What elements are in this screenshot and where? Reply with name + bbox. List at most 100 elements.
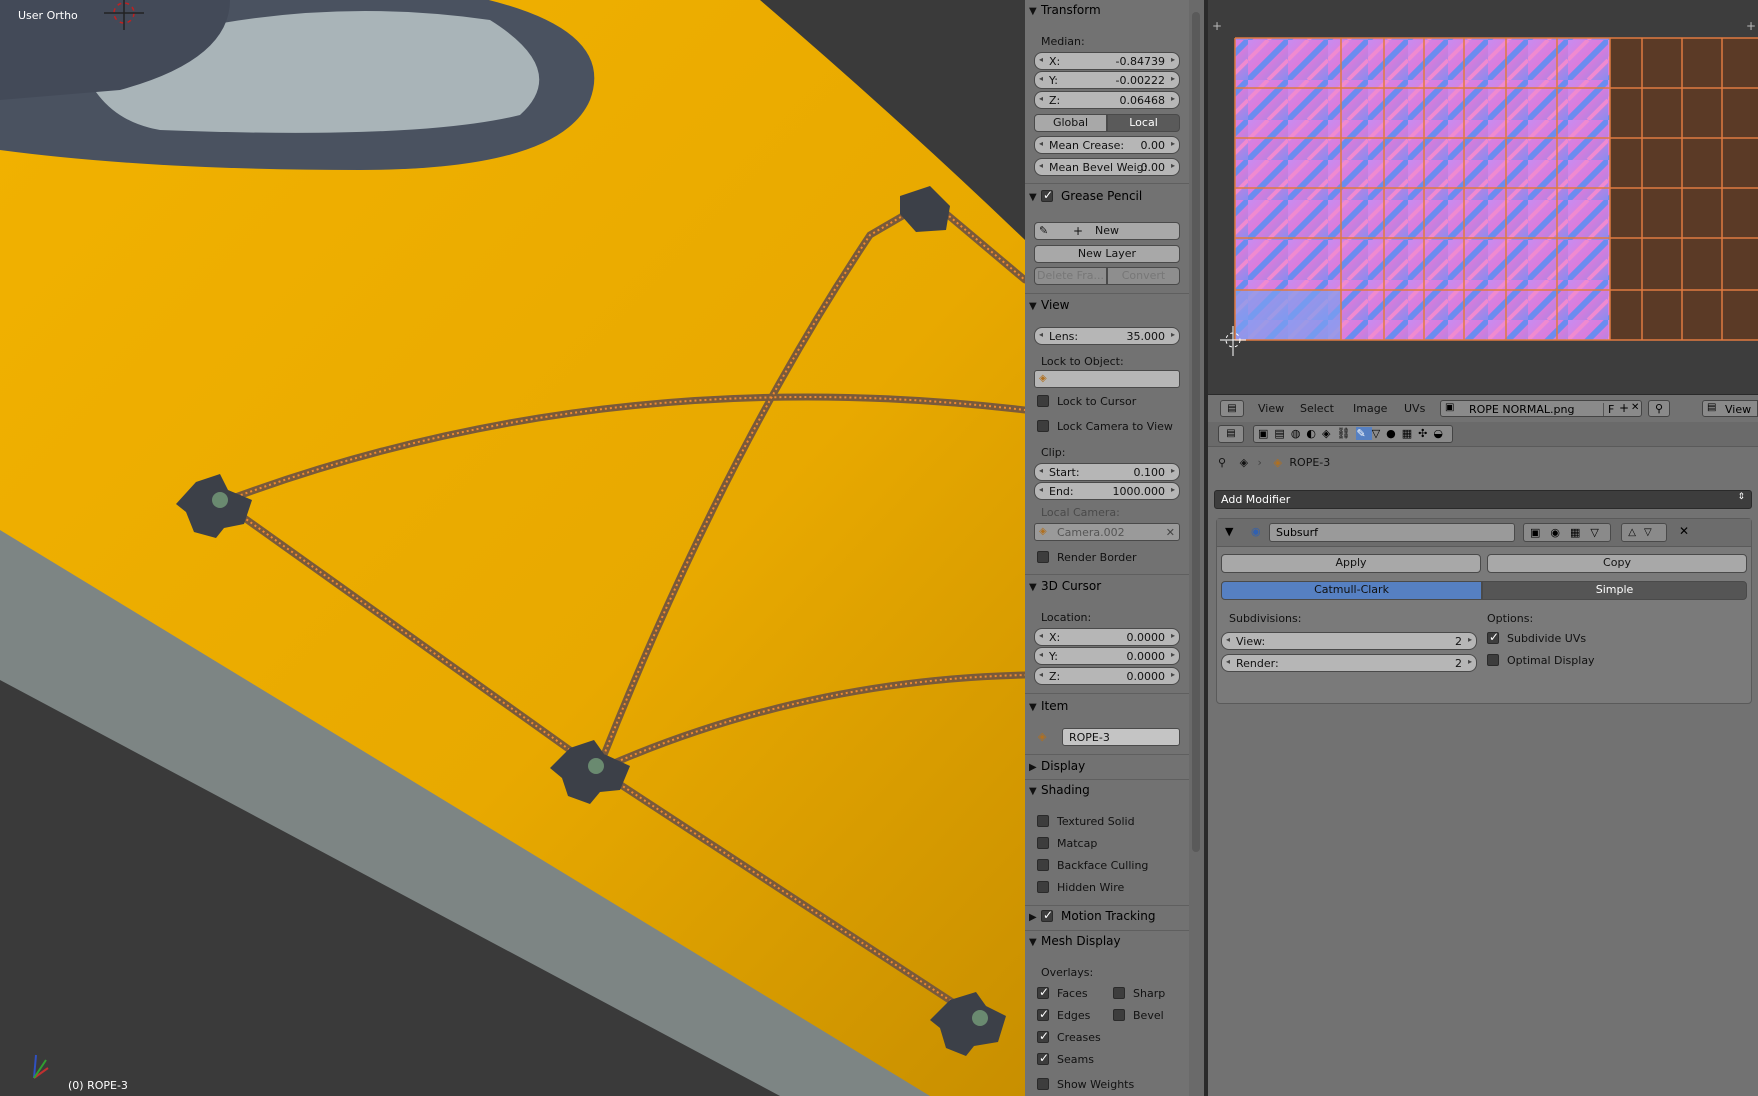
expand-icon: ▼ <box>1029 6 1037 17</box>
world-icon[interactable]: ◐ <box>1306 427 1322 440</box>
cursor-z-field[interactable]: ◂ Z: 0.0000 ▸ <box>1034 667 1180 685</box>
seams-checkbox[interactable]: Seams <box>1037 1051 1094 1066</box>
expand-icon: ▼ <box>1029 582 1037 593</box>
convert-button[interactable]: Convert <box>1107 267 1180 285</box>
mean-bevel-field[interactable]: ◂ Mean Bevel Weig: 0.00 ▸ <box>1034 158 1180 176</box>
local-button[interactable]: Local <box>1107 114 1180 132</box>
new-image-icon[interactable]: + <box>1619 401 1629 415</box>
item-panel-header[interactable]: ▼ Item <box>1029 699 1199 719</box>
object-icon[interactable]: ◈ <box>1322 427 1336 440</box>
modifiers-icon[interactable]: ✎ <box>1356 427 1372 440</box>
constraints-icon[interactable]: ⛓ <box>1337 427 1357 440</box>
cursor-panel-header[interactable]: ▼ 3D Cursor <box>1029 579 1199 599</box>
cursor-location-label: Location: <box>1041 611 1092 624</box>
new-grease-pencil-button[interactable]: ✎ + New <box>1034 222 1180 240</box>
catmull-clark-button[interactable]: Catmull-Clark <box>1221 581 1482 600</box>
lock-camera-checkbox[interactable]: Lock Camera to View <box>1037 420 1173 433</box>
delete-frame-button[interactable]: Delete Fra... <box>1034 267 1107 285</box>
item-name-field[interactable]: ROPE-3 <box>1062 728 1180 746</box>
image-browse-field[interactable]: ▣ ROPE NORMAL.png F + ✕ <box>1440 400 1642 417</box>
texture-icon[interactable]: ▦ <box>1402 427 1418 440</box>
matcap-checkbox[interactable]: Matcap <box>1037 837 1097 850</box>
panel-scrollbar[interactable] <box>1189 0 1204 1096</box>
collapse-modifier-icon[interactable]: ▼ <box>1225 525 1233 538</box>
motion-tracking-checkbox[interactable] <box>1041 908 1053 922</box>
textured-solid-checkbox[interactable]: Textured Solid <box>1037 815 1135 828</box>
hidden-wire-checkbox[interactable]: Hidden Wire <box>1037 881 1124 894</box>
modifier-name-field[interactable]: Subsurf <box>1269 523 1515 542</box>
display-panel-header[interactable]: ▶ Display <box>1029 759 1199 779</box>
median-z-field[interactable]: ◂ Z: 0.06468 ▸ <box>1034 91 1180 109</box>
global-button[interactable]: Global <box>1034 114 1107 132</box>
menu-image[interactable]: Image <box>1353 402 1387 415</box>
cage-toggle-icon[interactable]: ▽ <box>1590 526 1608 539</box>
median-y-field[interactable]: ◂ Y: -0.00222 ▸ <box>1034 71 1180 89</box>
fake-user-button[interactable]: F <box>1603 403 1614 416</box>
clip-start-field[interactable]: ◂ Start: 0.100 ▸ <box>1034 463 1180 481</box>
editor-type-menu[interactable]: ▤ <box>1218 425 1244 443</box>
creases-checkbox[interactable]: Creases <box>1037 1029 1101 1044</box>
view-panel-header[interactable]: ▼ View <box>1029 298 1199 318</box>
clip-end-field[interactable]: ◂ End: 1000.000 ▸ <box>1034 482 1180 500</box>
bevel-checkbox[interactable]: Bevel <box>1113 1009 1164 1022</box>
median-x-field[interactable]: ◂ X: -0.84739 ▸ <box>1034 52 1180 70</box>
mesh-display-panel-header[interactable]: ▼ Mesh Display <box>1029 934 1199 954</box>
lock-object-field[interactable]: ◈ <box>1034 370 1180 388</box>
grease-pencil-panel-header[interactable]: ▼Grease Pencil <box>1029 188 1199 209</box>
pin-icon[interactable]: ⚲ <box>1648 400 1670 417</box>
subdiv-render-field[interactable]: ◂ Render: 2 ▸ <box>1221 654 1477 672</box>
scene-icon[interactable]: ◍ <box>1291 427 1307 440</box>
edges-checkbox[interactable]: Edges <box>1037 1007 1090 1022</box>
subdiv-view-field[interactable]: ◂ View: 2 ▸ <box>1221 632 1477 650</box>
motion-tracking-panel-header[interactable]: ▶Motion Tracking <box>1029 908 1199 929</box>
object-icon: ◈ <box>1039 373 1047 384</box>
backface-culling-checkbox[interactable]: Backface Culling <box>1037 859 1148 872</box>
material-icon[interactable]: ● <box>1386 427 1402 440</box>
grease-pencil-checkbox[interactable] <box>1041 188 1053 202</box>
unlink-icon[interactable]: ✕ <box>1631 402 1639 413</box>
modifier-visibility-toggles: ▣◉▦▽ <box>1523 523 1611 542</box>
cursor-x-field[interactable]: ◂ X: 0.0000 ▸ <box>1034 628 1180 646</box>
subdivide-uvs-checkbox[interactable]: Subdivide UVs <box>1487 630 1586 645</box>
clear-icon[interactable]: ✕ <box>1166 526 1175 539</box>
add-modifier-dropdown[interactable]: Add Modifier ⇕ <box>1214 490 1752 509</box>
menu-select[interactable]: Select <box>1300 402 1334 415</box>
context-tabs[interactable]: ▣▤◍◐◈⛓✎▽●▦✣◒ <box>1253 425 1453 443</box>
pin-icon[interactable]: ⚲ <box>1218 456 1226 469</box>
new-layer-button[interactable]: New Layer <box>1034 245 1180 263</box>
cursor-y-field[interactable]: ◂ Y: 0.0000 ▸ <box>1034 647 1180 665</box>
editmode-toggle-icon[interactable]: ▦ <box>1570 526 1590 539</box>
menu-view[interactable]: View <box>1258 402 1284 415</box>
viewport-toggle-icon[interactable]: ◉ <box>1550 526 1570 539</box>
data-icon[interactable]: ▽ <box>1372 427 1386 440</box>
apply-button[interactable]: Apply <box>1221 554 1481 573</box>
particles-icon[interactable]: ✣ <box>1418 427 1433 440</box>
transform-panel-header[interactable]: ▼ Transform <box>1029 3 1199 23</box>
menu-uvs[interactable]: UVs <box>1404 402 1425 415</box>
move-down-icon[interactable]: ▽ <box>1644 527 1660 538</box>
shading-panel-header[interactable]: ▼ Shading <box>1029 783 1199 803</box>
editor-type-menu[interactable]: ▤ <box>1220 400 1244 417</box>
render-icon[interactable]: ▣ <box>1258 427 1274 440</box>
simple-button[interactable]: Simple <box>1482 581 1747 600</box>
view-mode-dropdown[interactable]: ▤ View <box>1702 400 1758 417</box>
render-border-checkbox[interactable]: Render Border <box>1037 551 1137 564</box>
properties-region[interactable]: ▼ Transform Median: ◂ X: -0.84739 ▸ ◂ Y: -0.00… <box>1025 0 1204 1096</box>
3d-viewport[interactable]: User Ortho (0) ROPE-3 <box>0 0 1025 1096</box>
physics-icon[interactable]: ◒ <box>1433 427 1449 440</box>
properties-editor: ▤ ▣▤◍◐◈⛓✎▽●▦✣◒ ⚲ ◈ › ◈ ROPE-3 Add Modifi… <box>1208 422 1758 1096</box>
move-up-icon[interactable]: △ <box>1628 527 1644 538</box>
show-weights-checkbox[interactable]: Show Weights <box>1037 1078 1134 1091</box>
faces-checkbox[interactable]: Faces <box>1037 985 1088 1000</box>
uv-image-editor[interactable]: + + <box>1208 0 1758 393</box>
lock-to-cursor-checkbox[interactable]: Lock to Cursor <box>1037 395 1136 408</box>
remove-modifier-icon[interactable]: ✕ <box>1679 524 1689 538</box>
layers-icon[interactable]: ▤ <box>1274 427 1290 440</box>
sharp-checkbox[interactable]: Sharp <box>1113 987 1165 1000</box>
lens-field[interactable]: ◂ Lens: 35.000 ▸ <box>1034 327 1180 345</box>
optimal-display-checkbox[interactable]: Optimal Display <box>1487 654 1595 667</box>
copy-button[interactable]: Copy <box>1487 554 1747 573</box>
local-camera-field[interactable]: ◈ Camera.002 ✕ <box>1034 523 1180 541</box>
mean-crease-field[interactable]: ◂ Mean Crease: 0.00 ▸ <box>1034 136 1180 154</box>
render-toggle-icon[interactable]: ▣ <box>1530 526 1550 539</box>
